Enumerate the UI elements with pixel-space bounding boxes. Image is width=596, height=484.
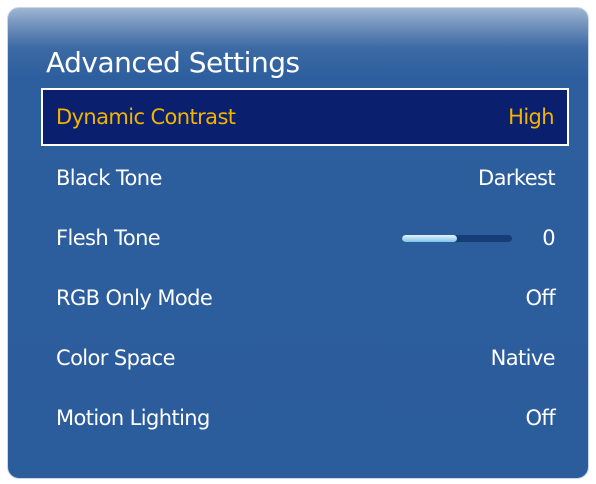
flesh-tone-control: 0 (402, 226, 556, 250)
menu-item-black-tone[interactable]: Black Tone Darkest (41, 148, 569, 208)
menu-item-rgb-only-mode[interactable]: RGB Only Mode Off (41, 268, 569, 328)
menu-item-value: Native (490, 346, 556, 370)
menu-item-color-space[interactable]: Color Space Native (41, 328, 569, 388)
menu-item-value: Off (525, 286, 555, 310)
flesh-tone-slider[interactable] (402, 234, 513, 242)
menu-item-label: Flesh Tone (56, 226, 161, 250)
menu-item-label: Color Space (56, 346, 176, 370)
settings-menu: Dynamic Contrast High Black Tone Darkest… (41, 88, 569, 448)
page-title: Advanced Settings (46, 46, 300, 79)
menu-item-flesh-tone[interactable]: Flesh Tone 0 (41, 208, 569, 268)
flesh-tone-slider-fill (402, 234, 458, 242)
menu-item-value: Darkest (478, 166, 556, 190)
advanced-settings-panel: Advanced Settings Dynamic Contrast High … (7, 7, 589, 479)
menu-item-label: Black Tone (56, 166, 162, 190)
menu-item-label: Motion Lighting (56, 406, 210, 430)
menu-item-motion-lighting[interactable]: Motion Lighting Off (41, 388, 569, 448)
menu-item-dynamic-contrast[interactable]: Dynamic Contrast High (41, 88, 569, 146)
menu-item-value: High (508, 105, 554, 129)
menu-item-label: Dynamic Contrast (56, 105, 236, 129)
menu-item-value: 0 (542, 226, 555, 250)
menu-item-label: RGB Only Mode (56, 286, 213, 310)
menu-item-value: Off (525, 406, 555, 430)
